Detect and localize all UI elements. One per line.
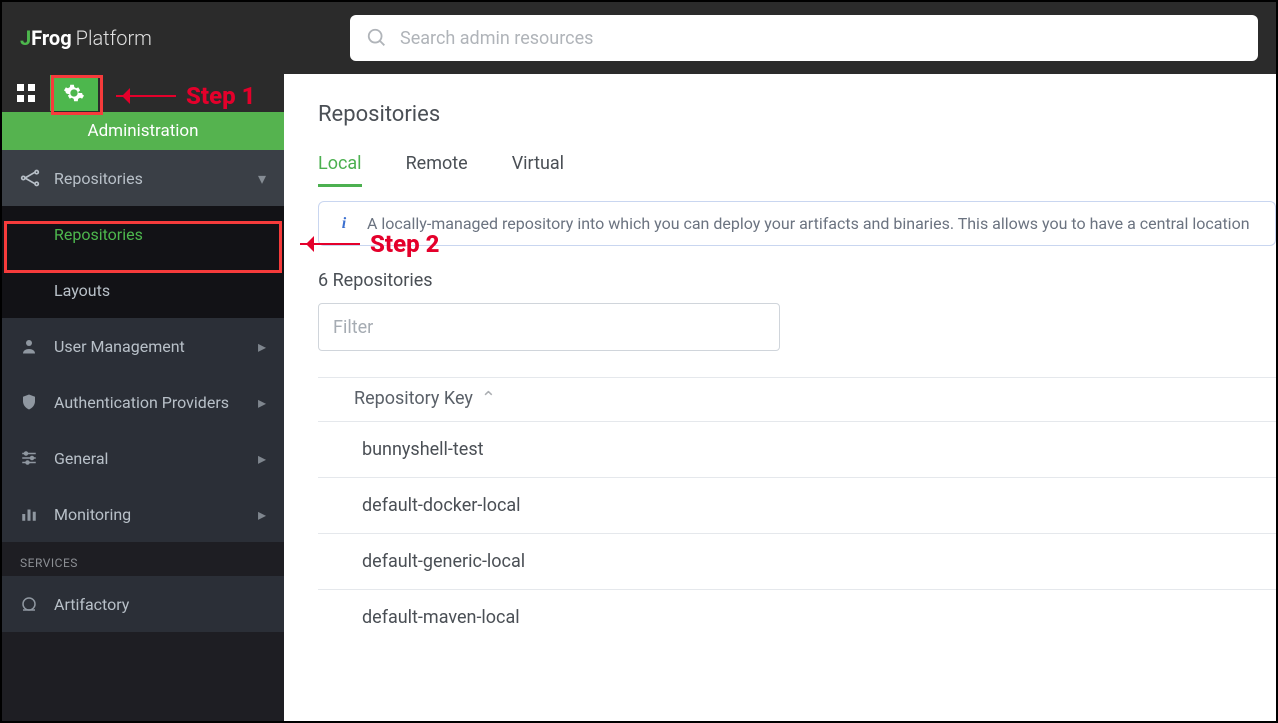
table-row[interactable]: default-generic-local (318, 533, 1276, 589)
sidebar-item-label: Repositories (54, 169, 143, 188)
sidebar-item-label: Layouts (54, 281, 110, 300)
search-icon (366, 27, 388, 49)
circle-icon (20, 595, 54, 613)
search-placeholder: Search admin resources (400, 28, 593, 49)
distribute-icon (20, 168, 54, 188)
chevron-right-icon: ▸ (258, 449, 266, 468)
sidebar-item-label: Repositories (54, 225, 143, 244)
shield-icon (20, 393, 54, 411)
filter-input[interactable]: Filter (318, 303, 780, 351)
topbar: JFrogPlatform Search admin resources (2, 2, 1276, 74)
sidebar-item-auth-providers[interactable]: Authentication Providers ▸ (2, 374, 284, 430)
tab-virtual[interactable]: Virtual (512, 153, 564, 187)
sidebar-item-label: User Management (54, 337, 185, 356)
sidebar-item-monitoring[interactable]: Monitoring ▸ (2, 486, 284, 542)
sidebar-child-repositories[interactable]: Repositories (2, 206, 284, 262)
sort-asc-icon: ⌃ (481, 388, 496, 409)
sidebar-services-header: SERVICES (2, 542, 284, 576)
chevron-right-icon: ▸ (258, 337, 266, 356)
table-row[interactable]: default-docker-local (318, 477, 1276, 533)
sidebar-item-label: General (54, 449, 108, 468)
repo-count-label: 6 Repositories (318, 270, 1276, 291)
info-icon: i (335, 215, 353, 233)
apps-grid-icon (17, 84, 35, 102)
administration-band: Administration (2, 112, 284, 150)
repo-key: default-docker-local (362, 495, 521, 516)
tab-local[interactable]: Local (318, 153, 362, 187)
sidebar-item-general[interactable]: General ▸ (2, 430, 284, 486)
chevron-right-icon: ▸ (258, 505, 266, 524)
user-icon (20, 337, 54, 355)
main-content: Repositories Local Remote Virtual i A lo… (284, 74, 1276, 721)
filter-placeholder: Filter (333, 317, 373, 338)
brand-j: J (20, 26, 31, 50)
search-input[interactable]: Search admin resources (350, 15, 1258, 61)
chevron-right-icon: ▸ (258, 393, 266, 412)
sidebar-service-artifactory[interactable]: Artifactory (2, 576, 284, 632)
table-header[interactable]: Repository Key ⌃ (318, 377, 1276, 421)
table-row[interactable]: bunnyshell-test (318, 421, 1276, 477)
repo-key: default-generic-local (362, 551, 525, 572)
brand-frog: Frog (31, 26, 71, 50)
bars-icon (20, 505, 54, 523)
gear-icon (63, 82, 85, 104)
column-repository-key: Repository Key (354, 388, 473, 409)
brand-platform: Platform (76, 26, 152, 50)
sidebar-child-layouts[interactable]: Layouts (2, 262, 284, 318)
sidebar-item-repositories[interactable]: Repositories ▾ (2, 150, 284, 206)
sidebar: Administration Repositories ▾ Repositori… (2, 74, 284, 721)
sidebar-item-user-management[interactable]: User Management ▸ (2, 318, 284, 374)
brand: JFrogPlatform (20, 26, 350, 50)
repo-key: default-maven-local (362, 607, 520, 628)
table-row[interactable]: default-maven-local (318, 589, 1276, 645)
chevron-down-icon: ▾ (258, 169, 266, 188)
page-title: Repositories (318, 102, 1276, 127)
admin-gear-button[interactable] (50, 75, 98, 111)
sidebar-item-label: Artifactory (54, 595, 129, 614)
sliders-icon (20, 449, 54, 467)
info-text: A locally-managed repository into which … (367, 214, 1250, 233)
sidebar-item-label: Authentication Providers (54, 393, 229, 412)
tabs: Local Remote Virtual (318, 153, 1276, 187)
apps-grid-button[interactable] (2, 74, 50, 112)
sidebar-item-label: Monitoring (54, 505, 131, 524)
repo-key: bunnyshell-test (362, 439, 484, 460)
info-banner: i A locally-managed repository into whic… (318, 201, 1276, 246)
tab-remote[interactable]: Remote (406, 153, 468, 187)
